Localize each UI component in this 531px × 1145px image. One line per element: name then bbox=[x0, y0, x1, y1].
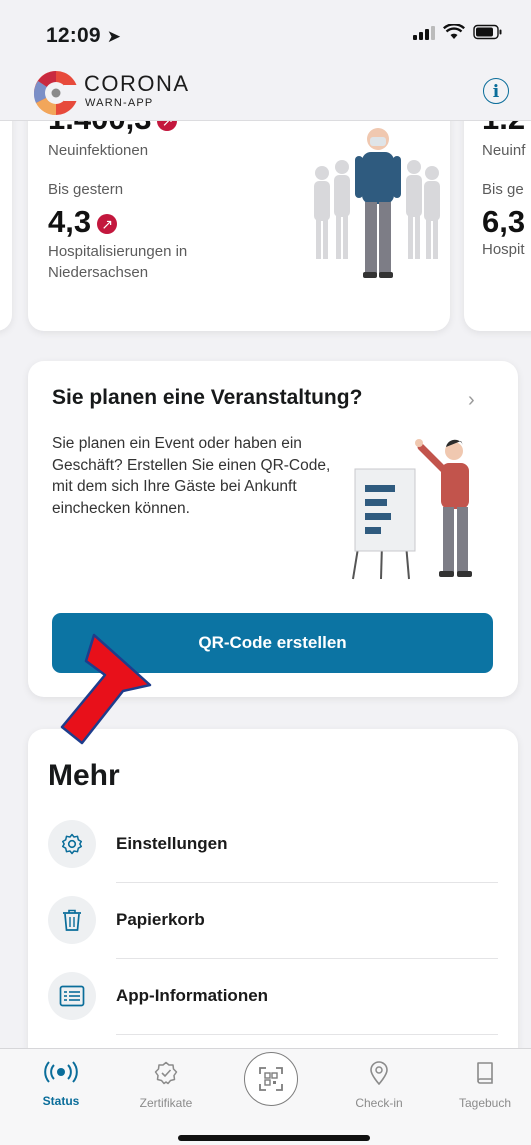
status-broadcast-icon bbox=[44, 1061, 78, 1083]
app-logo bbox=[33, 71, 82, 116]
location-pin-icon bbox=[370, 1061, 388, 1086]
tab-label: Tagebuch bbox=[458, 1096, 512, 1110]
trend-up-icon: ↗ bbox=[157, 121, 178, 131]
info-button[interactable]: i bbox=[483, 78, 509, 104]
stat-top-label: Neuinfektionen bbox=[48, 142, 149, 159]
tab-label: Zertifikate bbox=[139, 1096, 193, 1110]
statistics-card-next[interactable]: 1.2 Neuinf Bis ge 6,3 Hospit bbox=[464, 121, 531, 331]
certificate-icon bbox=[154, 1061, 178, 1085]
divider bbox=[116, 882, 498, 883]
tab-label: Check-in bbox=[355, 1096, 403, 1110]
tab-label: Status bbox=[42, 1094, 80, 1108]
tab-bar: Status Zertifikate Check-in Tagebuch bbox=[0, 1048, 531, 1145]
status-icons bbox=[413, 24, 503, 40]
wifi-icon bbox=[443, 24, 465, 39]
stat-value: 4,3 ↗ bbox=[48, 204, 118, 240]
event-description: Sie planen ein Event oder haben ein Gesc… bbox=[52, 435, 331, 517]
more-item-label: Einstellungen bbox=[116, 834, 228, 853]
book-icon bbox=[477, 1062, 493, 1084]
stat2-value: 6,3 bbox=[482, 204, 526, 239]
crowd-illustration bbox=[314, 128, 440, 278]
more-item-trash[interactable]: Papierkorb bbox=[48, 884, 498, 959]
previous-stat-card-edge[interactable] bbox=[0, 121, 12, 331]
status-bar: 12:09 ➤ bbox=[0, 0, 531, 64]
more-item-label: App-Informationen bbox=[116, 986, 269, 1005]
stat-top-value: 1.400,3↗ bbox=[48, 121, 178, 137]
stat-label: Hospitalisierungen in Niedersachsen bbox=[48, 243, 188, 281]
tab-diary[interactable]: Tagebuch bbox=[440, 1061, 530, 1110]
annotation-arrow bbox=[60, 633, 152, 745]
status-time: 12:09 ➤ bbox=[46, 24, 122, 47]
stat2-top-value: 1.2 bbox=[482, 121, 525, 137]
trash-icon bbox=[48, 896, 96, 944]
statistics-card[interactable]: 1.400,3↗ Neuinfektionen Bis gestern 4,3↗… bbox=[28, 121, 450, 331]
gear-icon bbox=[48, 820, 96, 868]
home-indicator bbox=[178, 1135, 370, 1141]
stat2-period: Bis ge bbox=[482, 181, 524, 198]
signal-icon bbox=[413, 24, 435, 40]
stat2-label: Hospit bbox=[482, 241, 525, 258]
tab-certificates[interactable]: Zertifikate bbox=[121, 1061, 211, 1110]
info-icon: i bbox=[492, 82, 500, 102]
brand-subtitle: WARN-APP bbox=[85, 97, 154, 109]
tab-check-in[interactable]: Check-in bbox=[334, 1061, 424, 1110]
divider bbox=[116, 1034, 498, 1035]
scan-qr-button[interactable] bbox=[244, 1052, 298, 1106]
app-header: CORONA WARN-APP i bbox=[0, 64, 531, 121]
trend-up-icon: ↗ bbox=[97, 214, 118, 234]
home-content[interactable]: 1.400,3↗ Neuinfektionen Bis gestern 4,3↗… bbox=[0, 121, 531, 1048]
stat-period: Bis gestern bbox=[48, 181, 124, 198]
event-title: Sie planen eine Veranstaltung? bbox=[52, 386, 363, 409]
more-item-app-info[interactable]: App-Informationen bbox=[48, 960, 498, 1035]
more-item-settings[interactable]: Einstellungen bbox=[48, 808, 498, 883]
qr-scan-icon bbox=[259, 1067, 283, 1091]
tab-status[interactable]: Status bbox=[16, 1061, 106, 1108]
chevron-right-icon[interactable]: › bbox=[468, 389, 475, 412]
more-card: Mehr Einstellungen Papierkorb App-Inform… bbox=[28, 729, 518, 1048]
list-icon bbox=[48, 972, 96, 1020]
divider bbox=[116, 958, 498, 959]
stat2-top-label: Neuinf bbox=[482, 142, 526, 159]
more-item-label: Papierkorb bbox=[116, 910, 205, 929]
brand-title: CORONA bbox=[84, 71, 190, 96]
battery-icon bbox=[473, 24, 502, 40]
more-title: Mehr bbox=[48, 759, 120, 792]
presentation-illustration bbox=[352, 439, 472, 580]
